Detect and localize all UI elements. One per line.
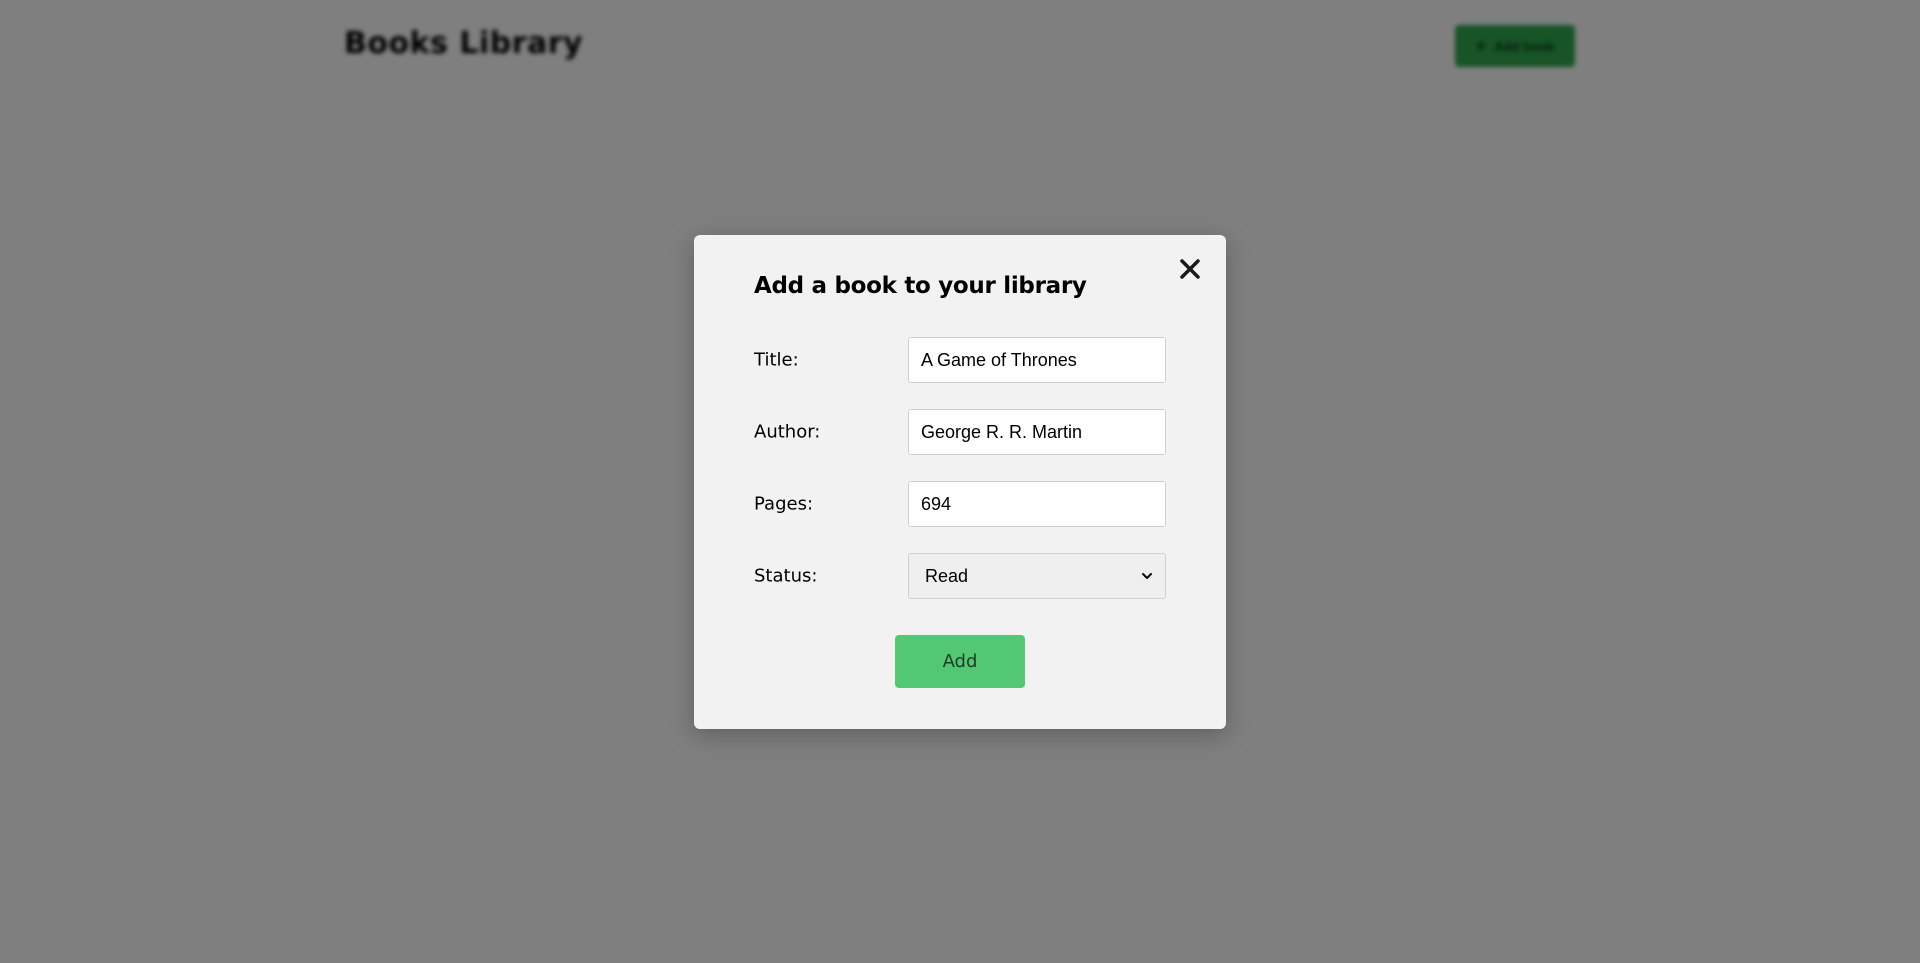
status-select[interactable]: Read bbox=[908, 553, 1166, 599]
title-row: Title: bbox=[754, 337, 1166, 383]
title-label: Title: bbox=[754, 349, 799, 371]
author-input[interactable] bbox=[908, 409, 1166, 455]
close-icon bbox=[1180, 259, 1200, 279]
pages-row: Pages: bbox=[754, 481, 1166, 527]
close-button[interactable] bbox=[1174, 253, 1206, 285]
chevron-down-icon bbox=[1142, 573, 1152, 579]
status-label: Status: bbox=[754, 565, 818, 587]
author-row: Author: bbox=[754, 409, 1166, 455]
title-input[interactable] bbox=[908, 337, 1166, 383]
pages-input[interactable] bbox=[908, 481, 1166, 527]
add-button[interactable]: Add bbox=[895, 635, 1025, 688]
pages-label: Pages: bbox=[754, 493, 814, 515]
add-book-modal: Add a book to your library Title: Author… bbox=[694, 235, 1226, 729]
modal-title: Add a book to your library bbox=[754, 273, 1087, 299]
author-label: Author: bbox=[754, 421, 821, 443]
status-row: Status: Read bbox=[754, 553, 1166, 599]
status-selected-value: Read bbox=[925, 565, 969, 586]
